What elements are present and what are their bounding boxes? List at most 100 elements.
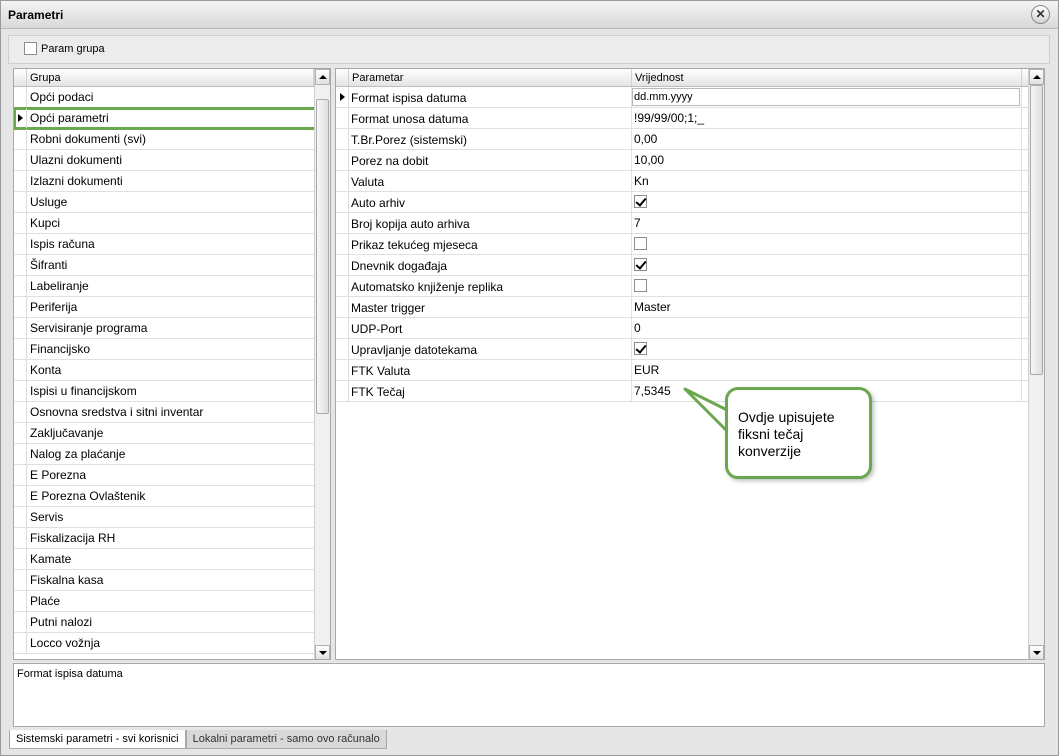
parameter-value[interactable]: EUR	[632, 360, 1022, 380]
group-label: Robni dokumenti (svi)	[30, 132, 147, 146]
row-indicator	[336, 297, 349, 317]
parameter-row[interactable]: Automatsko knjiženje replika	[336, 276, 1044, 297]
bottom-tabs: Sistemski parametri - svi korisnici Loka…	[9, 730, 387, 749]
group-grid-scrollbar[interactable]	[314, 69, 330, 659]
group-list-item[interactable]: Izlazni dokumenti	[14, 171, 330, 192]
parameter-row[interactable]: Prikaz tekućeg mjeseca	[336, 234, 1044, 255]
group-label: Fiskalna kasa	[30, 573, 104, 587]
param-grupa-checkbox[interactable]	[24, 42, 37, 55]
parameter-row[interactable]: Upravljanje datotekama	[336, 339, 1044, 360]
parameter-row[interactable]: Broj kopija auto arhiva 7	[336, 213, 1044, 234]
parameter-value[interactable]: 7	[632, 213, 1022, 233]
column-header-grupa[interactable]: Grupa	[27, 69, 314, 86]
group-label: Zaključavanje	[30, 426, 104, 440]
parameter-name: Automatsko knjiženje replika	[349, 276, 632, 296]
parameter-row[interactable]: Auto arhiv	[336, 192, 1044, 213]
parameter-name: T.Br.Porez (sistemski)	[349, 129, 632, 149]
group-list-item[interactable]: Opći parametri	[14, 107, 330, 130]
close-icon[interactable]: ✕	[1031, 5, 1050, 24]
parameter-row[interactable]: Format unosa datuma !99/99/00;1;_	[336, 108, 1044, 129]
scroll-up-button[interactable]	[1029, 69, 1044, 85]
callout-line: fiksni tečaj	[738, 426, 804, 442]
group-list-item[interactable]: Usluge	[14, 192, 330, 213]
group-list-item[interactable]: Fiskalna kasa	[14, 570, 330, 591]
column-header-vrijednost[interactable]: Vrijednost	[632, 69, 1022, 86]
group-list-item[interactable]: Plaće	[14, 591, 330, 612]
row-indicator	[336, 339, 349, 359]
parameter-value[interactable]: 0	[632, 318, 1022, 338]
group-list-item[interactable]: Periferija	[14, 297, 330, 318]
group-list-item[interactable]: Kamate	[14, 549, 330, 570]
parameter-value[interactable]: 10,00	[632, 150, 1022, 170]
row-indicator	[336, 192, 349, 212]
toolbar: Param grupa	[8, 35, 1050, 64]
parameter-value[interactable]: Master	[632, 297, 1022, 317]
group-list-item[interactable]: Osnovna sredstva i sitni inventar	[14, 402, 330, 423]
group-label: Ispisi u financijskom	[30, 384, 137, 398]
parameter-checkbox[interactable]	[634, 342, 647, 355]
group-list-item[interactable]: Konta	[14, 360, 330, 381]
group-list-item[interactable]: Ulazni dokumenti	[14, 150, 330, 171]
callout-line: konverzije	[738, 443, 802, 459]
row-indicator	[336, 87, 349, 107]
group-list-item[interactable]: Kupci	[14, 213, 330, 234]
group-list-item[interactable]: Servisiranje programa	[14, 318, 330, 339]
row-indicator	[14, 402, 27, 422]
parameter-value[interactable]: !99/99/00;1;_	[632, 108, 1022, 128]
group-list-item[interactable]: E Porezna	[14, 465, 330, 486]
parameter-row[interactable]: Valuta Kn	[336, 171, 1044, 192]
group-list-item[interactable]: Labeliranje	[14, 276, 330, 297]
parameter-checkbox[interactable]	[634, 279, 647, 292]
row-indicator	[14, 276, 27, 296]
parameter-name: Auto arhiv	[349, 192, 632, 212]
group-label: Kupci	[30, 216, 61, 230]
group-list-item[interactable]: Putni nalozi	[14, 612, 330, 633]
row-indicator	[14, 297, 27, 317]
parameter-name: Format ispisa datuma	[349, 87, 632, 107]
group-list-item[interactable]: Locco vožnja	[14, 633, 330, 654]
column-header-parametar[interactable]: Parametar	[349, 69, 632, 86]
parameter-name: Valuta	[349, 171, 632, 191]
group-list-item[interactable]: Nalog za plaćanje	[14, 444, 330, 465]
group-list-item[interactable]: Robni dokumenti (svi)	[14, 129, 330, 150]
group-list-item[interactable]: Opći podaci	[14, 87, 330, 108]
parameter-grid: Parametar Vrijednost Format ispisa datum…	[335, 68, 1045, 660]
parameter-name: Porez na dobit	[349, 150, 632, 170]
group-grid-header: Grupa	[14, 69, 330, 87]
parameter-row[interactable]: T.Br.Porez (sistemski) 0,00	[336, 129, 1044, 150]
parameter-value[interactable]: 0,00	[632, 129, 1022, 149]
parameter-checkbox[interactable]	[634, 195, 647, 208]
group-list-item[interactable]: Ispis računa	[14, 234, 330, 255]
scroll-down-button[interactable]	[315, 645, 330, 659]
group-list-item[interactable]: Zaključavanje	[14, 423, 330, 444]
tab-sistemski-parametri[interactable]: Sistemski parametri - svi korisnici	[9, 730, 186, 749]
parameter-row[interactable]: FTK Valuta EUR	[336, 360, 1044, 381]
parameter-checkbox[interactable]	[634, 237, 647, 250]
group-list-item[interactable]: Ispisi u financijskom	[14, 381, 330, 402]
tab-lokalni-parametri[interactable]: Lokalni parametri - samo ovo računalo	[185, 730, 387, 749]
parameter-name: FTK Tečaj	[349, 381, 632, 401]
group-label: Servisiranje programa	[30, 321, 148, 335]
parameter-value[interactable]: Kn	[632, 171, 1022, 191]
parameter-value-input[interactable]	[632, 88, 1020, 106]
scroll-thumb[interactable]	[1030, 85, 1043, 375]
parameter-row[interactable]: Master trigger Master	[336, 297, 1044, 318]
group-list-item[interactable]: Servis	[14, 507, 330, 528]
group-list-item[interactable]: Šifranti	[14, 255, 330, 276]
row-indicator	[336, 318, 349, 338]
parameter-row[interactable]: Format ispisa datuma	[336, 87, 1044, 108]
parameter-checkbox[interactable]	[634, 258, 647, 271]
group-list-item[interactable]: E Porezna Ovlaštenik	[14, 486, 330, 507]
scroll-thumb[interactable]	[316, 99, 329, 414]
parameter-row[interactable]: Dnevnik događaja	[336, 255, 1044, 276]
parameter-row[interactable]: Porez na dobit 10,00	[336, 150, 1044, 171]
group-list-item[interactable]: Financijsko	[14, 339, 330, 360]
group-label: Konta	[30, 363, 62, 377]
parameter-row[interactable]: UDP-Port 0	[336, 318, 1044, 339]
parameter-grid-scrollbar[interactable]	[1028, 69, 1044, 659]
group-label: Labeliranje	[30, 279, 89, 293]
scroll-down-button[interactable]	[1029, 645, 1044, 659]
scroll-up-button[interactable]	[315, 69, 330, 85]
group-list-item[interactable]: Fiskalizacija RH	[14, 528, 330, 549]
row-indicator	[14, 465, 27, 485]
